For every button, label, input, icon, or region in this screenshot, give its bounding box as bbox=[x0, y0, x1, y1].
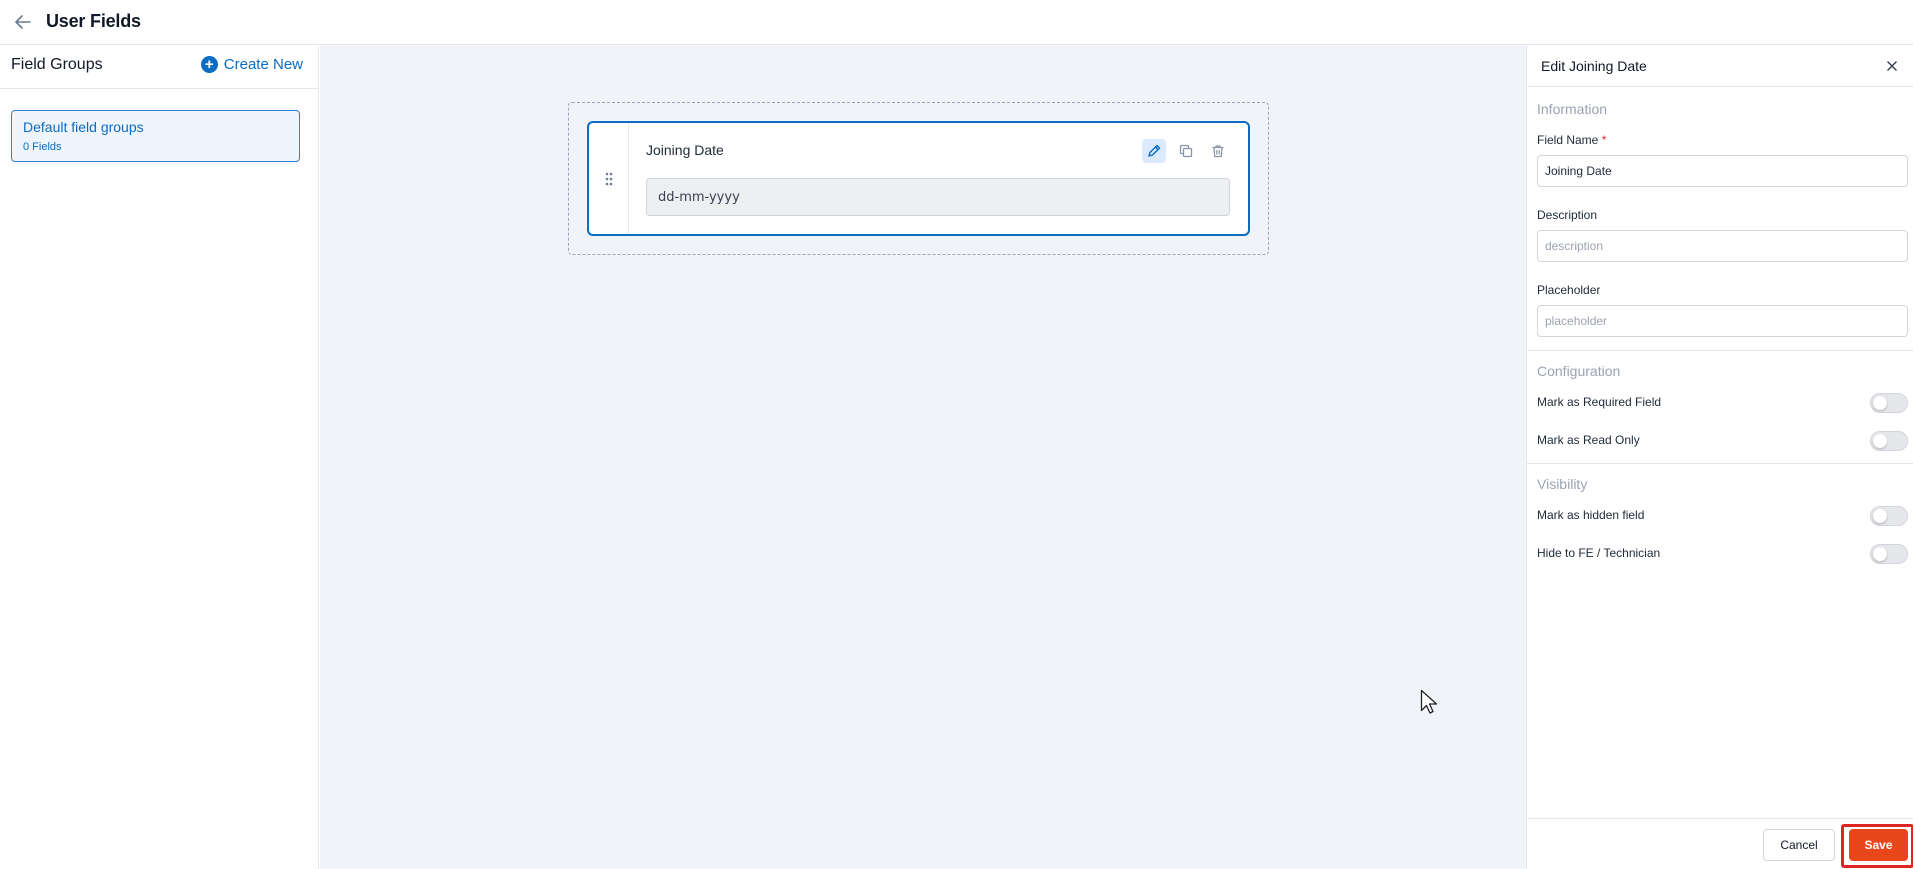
pencil-icon bbox=[1148, 144, 1161, 157]
required-field-row: Mark as Required Field bbox=[1537, 392, 1908, 414]
hide-technician-toggle[interactable] bbox=[1870, 544, 1908, 564]
description-label: Description bbox=[1537, 208, 1598, 222]
field-name-label: Field Name * bbox=[1537, 133, 1607, 147]
field-group-item[interactable]: Default field groups 0 Fields bbox=[11, 110, 300, 162]
hide-technician-row: Hide to FE / Technician bbox=[1537, 543, 1908, 565]
plus-circle-icon: + bbox=[200, 56, 218, 73]
drag-handle-icon bbox=[605, 172, 612, 185]
required-mark: * bbox=[1601, 133, 1607, 147]
field-groups-panel: Field Groups + Create New Default field … bbox=[0, 46, 319, 869]
save-button[interactable]: Save bbox=[1849, 829, 1908, 861]
trash-icon bbox=[1212, 145, 1224, 158]
configuration-section-title: Configuration bbox=[1537, 363, 1621, 379]
field-groups-header: Field Groups + Create New bbox=[0, 46, 318, 89]
close-icon bbox=[1887, 61, 1897, 71]
hidden-field-row: Mark as hidden field bbox=[1537, 505, 1908, 527]
hide-technician-label: Hide to FE / Technician bbox=[1537, 546, 1661, 560]
create-new-label: Create New bbox=[223, 56, 303, 73]
required-field-label: Mark as Required Field bbox=[1537, 395, 1662, 409]
section-divider bbox=[1527, 350, 1913, 351]
field-actions bbox=[1142, 139, 1230, 163]
page-title: User Fields bbox=[46, 11, 141, 31]
edit-panel-title: Edit Joining Date bbox=[1541, 58, 1647, 74]
close-panel-button[interactable] bbox=[1883, 57, 1901, 75]
arrow-left-icon bbox=[15, 15, 31, 29]
top-bar: User Fields bbox=[0, 0, 1913, 45]
field-group-name: Default field groups bbox=[23, 119, 144, 135]
edit-field-panel: Edit Joining Date Information Field Name… bbox=[1526, 46, 1913, 869]
back-button[interactable] bbox=[12, 11, 34, 33]
read-only-toggle[interactable] bbox=[1870, 431, 1908, 451]
information-section-title: Information bbox=[1537, 101, 1608, 117]
visibility-section-title: Visibility bbox=[1537, 476, 1588, 492]
cancel-button[interactable]: Cancel bbox=[1763, 829, 1835, 861]
copy-icon bbox=[1179, 144, 1193, 158]
edit-panel-header: Edit Joining Date bbox=[1527, 46, 1913, 87]
field-label: Joining Date bbox=[646, 142, 724, 158]
field-card[interactable]: Joining Date dd-mm-yyyy bbox=[587, 121, 1250, 236]
field-group-count: 0 Fields bbox=[23, 141, 62, 153]
field-name-input[interactable] bbox=[1537, 155, 1908, 187]
read-only-row: Mark as Read Only bbox=[1537, 430, 1908, 452]
description-input[interactable] bbox=[1537, 230, 1908, 262]
edit-panel-footer: Cancel Save bbox=[1527, 818, 1913, 869]
edit-field-button[interactable] bbox=[1142, 139, 1166, 163]
field-preview-input: dd-mm-yyyy bbox=[646, 178, 1230, 216]
field-groups-title: Field Groups bbox=[11, 56, 103, 73]
read-only-label: Mark as Read Only bbox=[1537, 433, 1640, 447]
form-canvas: Joining Date dd-mm-yyyy bbox=[320, 46, 1526, 869]
hidden-field-toggle[interactable] bbox=[1870, 506, 1908, 526]
duplicate-field-button[interactable] bbox=[1174, 139, 1198, 163]
placeholder-label: Placeholder bbox=[1537, 283, 1601, 297]
mouse-cursor-icon bbox=[1420, 689, 1438, 714]
delete-field-button[interactable] bbox=[1206, 139, 1230, 163]
create-new-button[interactable]: + Create New bbox=[200, 56, 303, 73]
placeholder-input[interactable] bbox=[1537, 305, 1908, 337]
drag-handle[interactable] bbox=[589, 123, 629, 234]
section-divider bbox=[1527, 463, 1913, 464]
required-field-toggle[interactable] bbox=[1870, 393, 1908, 413]
hidden-field-label: Mark as hidden field bbox=[1537, 508, 1645, 522]
